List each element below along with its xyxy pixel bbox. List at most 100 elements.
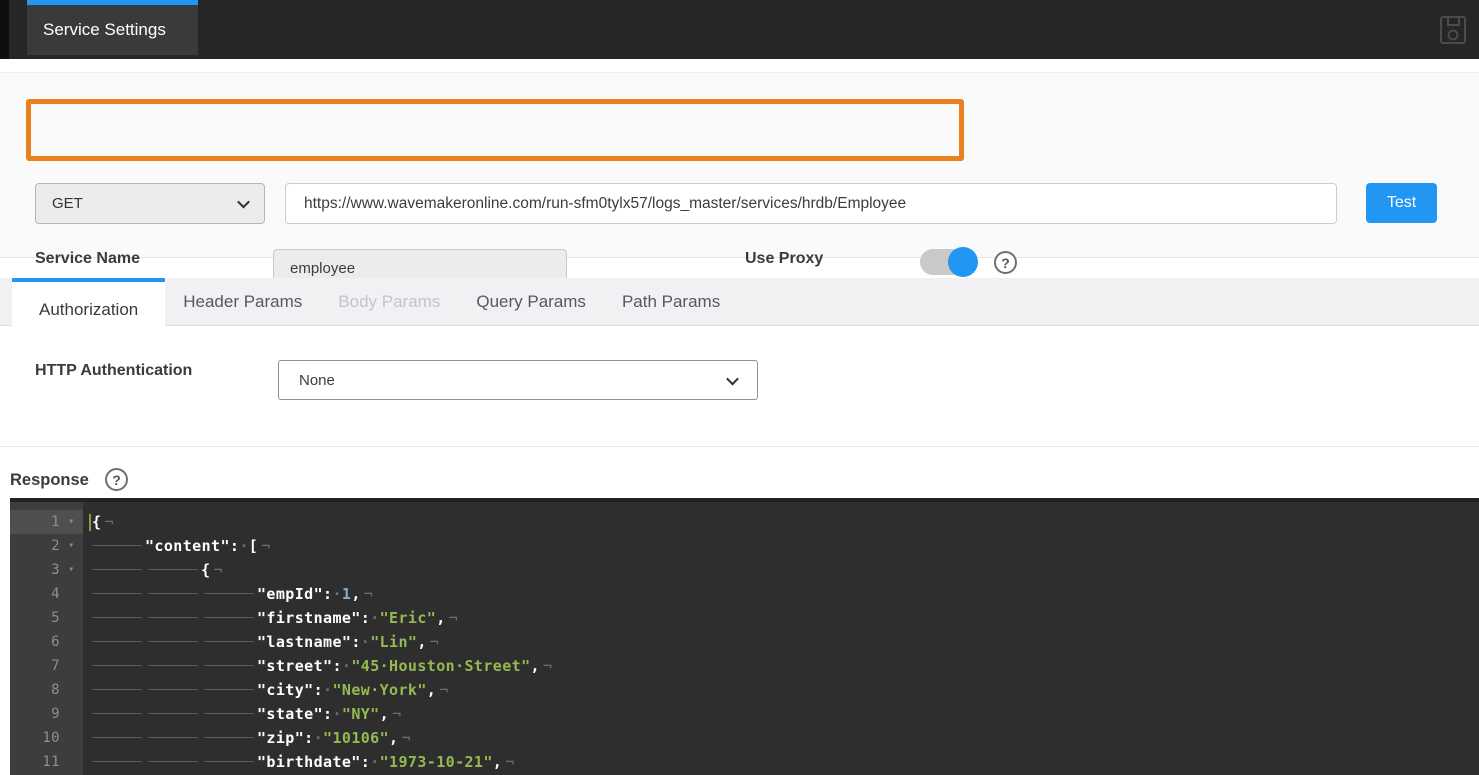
http-method-select[interactable]: GET — [35, 183, 265, 224]
fold-icon[interactable]: ▾ — [60, 534, 83, 558]
editor-gutter-cell: 5 — [10, 606, 83, 630]
tab-service-settings-label: Service Settings — [43, 20, 166, 40]
tab-whitespace-indicator — [148, 587, 198, 601]
line-number: 3 — [10, 558, 60, 582]
token-key: "zip" — [257, 729, 304, 747]
editor-line: 5 "firstname":·"Eric",¬ — [10, 606, 1479, 630]
topbar-left-strip — [0, 0, 9, 59]
floppy-disk-icon — [1439, 32, 1467, 49]
editor-line: 6 "lastname":·"Lin",¬ — [10, 630, 1479, 654]
response-help-icon[interactable]: ? — [105, 468, 128, 491]
use-proxy-help-icon[interactable]: ? — [994, 251, 1017, 274]
line-ending-indicator: ¬ — [392, 705, 401, 723]
token-key: "empId" — [257, 585, 323, 603]
editor-gutter-cell: 9 — [10, 702, 83, 726]
tab-whitespace-indicator — [148, 611, 198, 625]
editor-gutter-cell: 7 — [10, 654, 83, 678]
line-number: 10 — [10, 726, 60, 750]
toggle-knob — [948, 247, 978, 277]
code-line: "firstname":·"Eric",¬ — [83, 606, 458, 630]
fold-spacer — [60, 726, 83, 750]
editor-line: 11 "birthdate":·"1973-10-21",¬ — [10, 750, 1479, 774]
code-line: {¬ — [83, 510, 114, 534]
line-number: 11 — [10, 750, 60, 774]
fold-icon[interactable]: ▾ — [60, 510, 83, 534]
tab-whitespace-indicator — [204, 611, 254, 625]
token-punct: : — [361, 753, 370, 771]
tab-whitespace-indicator — [92, 659, 142, 673]
token-str: "NY" — [342, 705, 380, 723]
line-ending-indicator: ¬ — [364, 585, 373, 603]
space-whitespace-indicator: · — [370, 609, 379, 627]
http-authentication-label: HTTP Authentication — [35, 362, 192, 380]
line-number: 9 — [10, 702, 60, 726]
tab-whitespace-indicator — [148, 683, 198, 697]
code-line: "empId":·1,¬ — [83, 582, 373, 606]
token-punct: , — [417, 633, 426, 651]
token-punct: : — [304, 729, 313, 747]
tab-whitespace-indicator — [148, 707, 198, 721]
editor-line: 10 "zip":·"10106",¬ — [10, 726, 1479, 750]
token-punct: : — [314, 681, 323, 699]
tab-whitespace-indicator — [92, 635, 142, 649]
token-str: "45·Houston·Street" — [351, 657, 530, 675]
fold-spacer — [60, 702, 83, 726]
use-proxy-toggle[interactable] — [920, 247, 978, 277]
save-button[interactable] — [1439, 15, 1467, 45]
token-str: "Lin" — [370, 633, 417, 651]
tab-whitespace-indicator — [92, 587, 142, 601]
editor-gutter-cell: 4 — [10, 582, 83, 606]
tab-authorization[interactable]: Authorization — [12, 278, 165, 337]
panel-divider — [0, 446, 1479, 447]
token-punct: [ — [249, 537, 258, 555]
tab-whitespace-indicator — [204, 755, 254, 769]
tab-whitespace-indicator — [148, 659, 198, 673]
tab-path-params[interactable]: Path Params — [604, 278, 738, 325]
line-number: 1 — [10, 510, 60, 534]
editor-line: 3▾{¬ — [10, 558, 1479, 582]
line-ending-indicator: ¬ — [104, 513, 113, 531]
request-settings-card: GET Test Service Name Use Proxy ? — [0, 72, 1479, 258]
line-ending-indicator: ¬ — [439, 681, 448, 699]
editor-gutter-cell: 10 — [10, 726, 83, 750]
fold-spacer — [60, 654, 83, 678]
top-bar: Service Settings — [0, 0, 1479, 59]
fold-spacer — [60, 750, 83, 774]
tab-whitespace-indicator — [148, 635, 198, 649]
code-line: "lastname":·"Lin",¬ — [83, 630, 439, 654]
token-str: "New·York" — [332, 681, 426, 699]
token-punct: { — [92, 513, 101, 531]
token-punct: : — [361, 609, 370, 627]
token-key: "content" — [145, 537, 230, 555]
token-str: "10106" — [323, 729, 389, 747]
tab-whitespace-indicator — [204, 707, 254, 721]
tab-query-params[interactable]: Query Params — [458, 278, 604, 325]
line-ending-indicator: ¬ — [213, 561, 222, 579]
response-code-editor[interactable]: 1▾{¬2▾"content":·[¬3▾{¬4"empId":·1,¬5"fi… — [10, 498, 1479, 775]
test-button[interactable]: Test — [1366, 183, 1437, 223]
line-number: 5 — [10, 606, 60, 630]
param-tabs: AuthorizationHeader ParamsBody ParamsQue… — [0, 278, 1479, 326]
chevron-down-icon — [726, 372, 739, 385]
editor-line: 8"city":·"New·York",¬ — [10, 678, 1479, 702]
tab-whitespace-indicator — [204, 635, 254, 649]
tab-whitespace-indicator — [204, 587, 254, 601]
code-line: "birthdate":·"1973-10-21",¬ — [83, 750, 515, 774]
tab-header-params[interactable]: Header Params — [165, 278, 320, 325]
line-number: 6 — [10, 630, 60, 654]
code-line: "zip":·"10106",¬ — [83, 726, 411, 750]
tab-whitespace-indicator — [92, 683, 142, 697]
tab-service-settings[interactable]: Service Settings — [27, 0, 198, 55]
line-ending-indicator: ¬ — [449, 609, 458, 627]
line-ending-indicator: ¬ — [430, 633, 439, 651]
request-url-input[interactable] — [285, 183, 1337, 224]
fold-icon[interactable]: ▾ — [60, 558, 83, 582]
token-punct: , — [380, 705, 389, 723]
space-whitespace-indicator: · — [370, 753, 379, 771]
code-line: "street":·"45·Houston·Street",¬ — [83, 654, 552, 678]
http-authentication-value: None — [299, 372, 335, 389]
tab-whitespace-indicator — [92, 563, 142, 577]
http-authentication-select[interactable]: None — [278, 360, 758, 400]
token-key: "birthdate" — [257, 753, 361, 771]
service-settings-page: Service Settings GET Test Service Name — [0, 0, 1479, 775]
